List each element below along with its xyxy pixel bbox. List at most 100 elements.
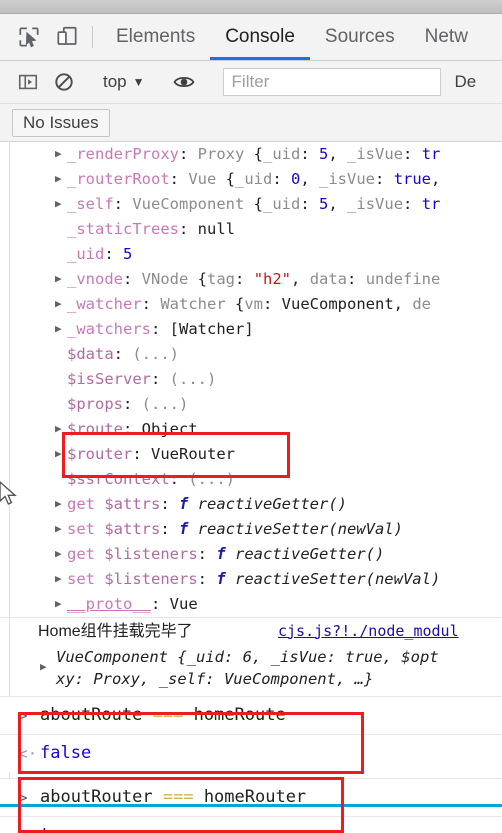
object-property-row: ▶$ssrContext: (...) <box>0 467 502 492</box>
property-token: reactiveGetter() <box>235 545 385 563</box>
tab-elements[interactable]: Elements <box>101 14 210 60</box>
object-property-row[interactable]: ▶ set $attrs: f reactiveSetter(newVal) <box>0 517 502 542</box>
cyan-divider <box>0 804 502 807</box>
tab-console[interactable]: Console <box>210 14 310 60</box>
property-token: VueComponent <box>281 295 394 313</box>
property-token: : <box>113 195 133 213</box>
property-token: _uid <box>235 170 273 188</box>
property-token: : <box>123 420 142 438</box>
clear-console-icon[interactable] <box>46 64 82 100</box>
console-sidebar-icon[interactable] <box>10 64 46 100</box>
logged-object-row[interactable]: ▶ VueComponent {_uid: 6, _isVue: true, $… <box>0 644 502 690</box>
object-property-row[interactable]: ▶ _watchers: [Watcher] <box>0 317 502 342</box>
property-token: { <box>225 170 235 188</box>
device-toolbar-icon[interactable] <box>48 14 86 60</box>
property-token: : <box>300 145 319 163</box>
live-expression-eye-icon[interactable] <box>166 64 202 100</box>
property-token: , <box>393 295 413 313</box>
object-property-row[interactable]: ▶ __proto__: Vue <box>0 592 502 617</box>
property-token: _uid <box>67 245 105 263</box>
property-token: de <box>412 295 431 313</box>
object-property-row[interactable]: ▶ _vnode: VNode {tag: "h2", data: undefin… <box>0 267 502 292</box>
property-token: get <box>67 545 105 563</box>
property-token: reactiveSetter(newVal) <box>197 520 403 538</box>
property-token: $data <box>67 345 114 363</box>
window-chrome-strip <box>0 0 502 14</box>
property-token: : <box>151 370 170 388</box>
object-property-row[interactable]: ▶ $router: VueRouter <box>0 442 502 467</box>
property-token: $listeners <box>104 545 198 563</box>
expand-arrow-icon[interactable]: ▶ <box>55 591 67 616</box>
property-token: _vnode <box>67 270 123 288</box>
property-token: f <box>179 520 198 538</box>
expand-arrow-icon[interactable]: ▶ <box>55 416 67 441</box>
object-property-row[interactable]: ▶ _renderProxy: Proxy {_uid: 5, _isVue: t… <box>0 142 502 167</box>
object-property-row[interactable]: ▶ get $listeners: f reactiveGetter() <box>0 542 502 567</box>
property-token: (...) <box>169 370 217 388</box>
property-token: 5 <box>319 145 329 163</box>
log-levels-dropdown[interactable]: De <box>455 72 477 92</box>
filter-input[interactable]: Filter <box>222 68 441 96</box>
tab-sources[interactable]: Sources <box>310 14 410 60</box>
property-token: "h2" <box>253 270 292 288</box>
expand-arrow-icon[interactable]: ▶ <box>55 441 67 466</box>
property-token: { <box>253 145 263 163</box>
property-token: , <box>300 170 320 188</box>
property-token: _watchers <box>67 320 151 338</box>
object-property-row[interactable]: ▶ $route: Object <box>0 417 502 442</box>
expand-arrow-icon[interactable]: ▶ <box>55 516 67 541</box>
property-token: { <box>197 270 208 288</box>
expand-arrow-icon[interactable]: ▶ <box>40 656 52 678</box>
no-issues-button[interactable]: No Issues <box>12 108 110 137</box>
object-property-row[interactable]: ▶ set $listeners: f reactiveSetter(newVal… <box>0 567 502 592</box>
inspect-element-icon[interactable] <box>10 14 48 60</box>
property-token: : <box>113 345 133 363</box>
console-source-link[interactable]: cjs.js?!./node_modul <box>278 619 502 644</box>
expand-arrow-spacer: ▶ <box>55 341 67 366</box>
property-token: : <box>151 595 170 613</box>
property-token: true <box>393 170 432 188</box>
object-property-row: ▶_staticTrees: null <box>0 217 502 242</box>
object-property-row: ▶$data: (...) <box>0 342 502 367</box>
object-property-row[interactable]: ▶ get $attrs: f reactiveGetter() <box>0 492 502 517</box>
property-token: _renderProxy <box>67 145 179 163</box>
tab-network[interactable]: Netw <box>410 14 483 60</box>
object-property-row[interactable]: ▶ _routerRoot: Vue {_uid: 0, _isVue: true… <box>0 167 502 192</box>
toolbar-divider <box>92 26 93 48</box>
property-token: , <box>328 145 348 163</box>
console-command-row[interactable]: > aboutRoute === homeRoute <box>0 696 502 734</box>
property-token: [Watcher] <box>169 320 254 338</box>
expand-arrow-icon[interactable]: ▶ <box>55 191 67 216</box>
expand-arrow-icon[interactable]: ▶ <box>55 316 67 341</box>
result-chevron-icon: <· <box>18 744 38 763</box>
property-token: _isVue <box>319 170 376 188</box>
object-property-row[interactable]: ▶ _watcher: Watcher {vm: VueComponent, de <box>0 292 502 317</box>
chevron-down-icon: ▼ <box>132 75 145 89</box>
property-token: (...) <box>188 470 235 488</box>
expand-arrow-icon[interactable]: ▶ <box>55 142 67 166</box>
console-log-area[interactable]: ▶ _renderProxy: Proxy {_uid: 5, _isVue: t… <box>0 142 502 833</box>
expand-arrow-icon[interactable]: ▶ <box>55 566 67 591</box>
property-token: { <box>253 195 264 213</box>
console-result-row: <· false <box>0 734 502 772</box>
expand-arrow-icon[interactable]: ▶ <box>55 541 67 566</box>
cmd-left: aboutRoute <box>40 705 143 725</box>
property-token: undefine <box>365 270 441 288</box>
property-token: set <box>67 570 105 588</box>
property-token: VueRouter <box>151 445 235 463</box>
property-token: : <box>123 270 142 288</box>
javascript-context-selector[interactable]: top ▼ <box>97 72 151 92</box>
console-command-row[interactable]: > aboutRouter === homeRouter <box>0 778 502 816</box>
object-property-row[interactable]: ▶ _self: VueComponent {_uid: 5, _isVue: t… <box>0 192 502 217</box>
property-token: : <box>169 470 189 488</box>
property-token: : <box>104 245 123 263</box>
cmd-operator: === <box>152 705 184 725</box>
expand-arrow-icon[interactable]: ▶ <box>55 166 67 191</box>
console-command-text: aboutRoute === homeRoute <box>40 703 286 728</box>
property-token: set <box>67 520 105 538</box>
expand-arrow-icon[interactable]: ▶ <box>55 291 67 316</box>
property-token: $listeners <box>104 570 198 588</box>
expand-arrow-icon[interactable]: ▶ <box>55 266 67 291</box>
property-token: : <box>160 495 179 513</box>
expand-arrow-icon[interactable]: ▶ <box>55 491 67 516</box>
